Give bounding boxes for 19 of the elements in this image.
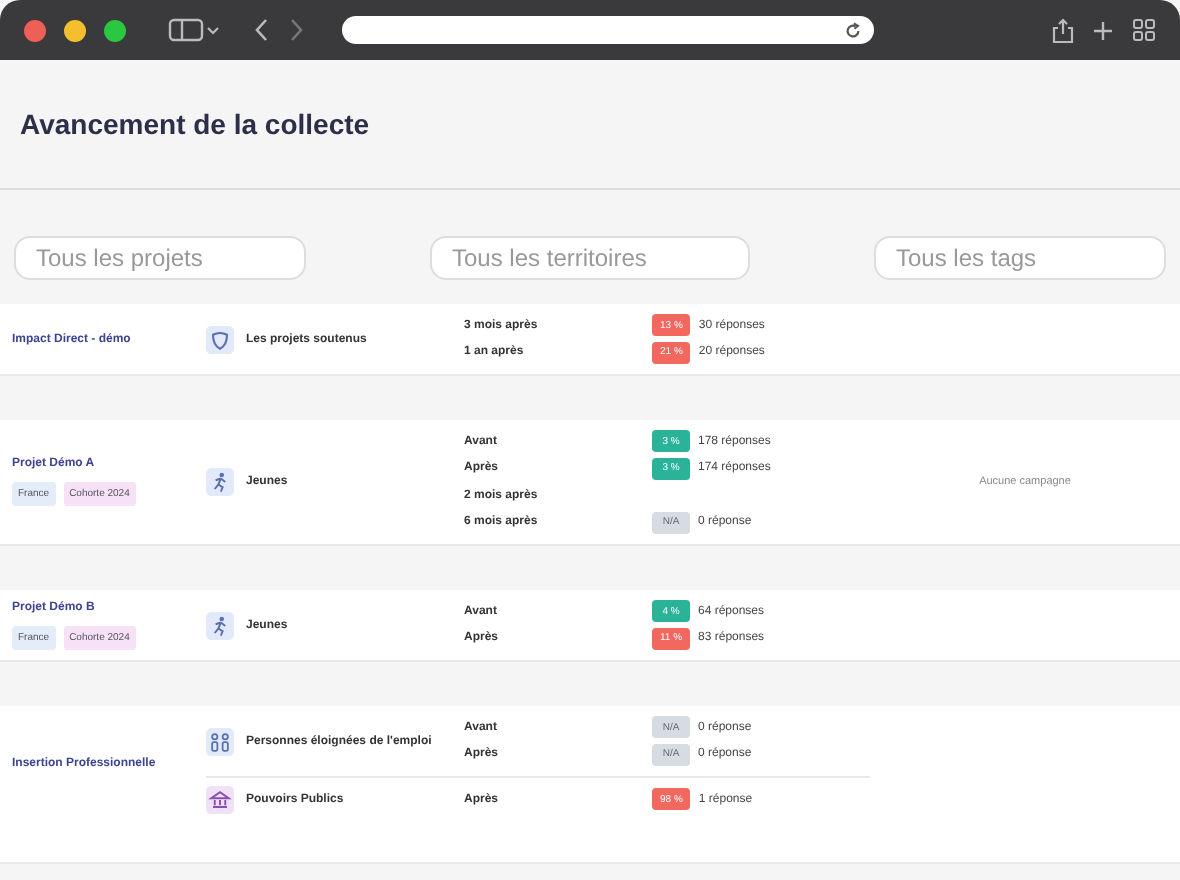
filter-field[interactable]: Tous les tags [874,236,1166,280]
forward-icon[interactable] [288,18,304,42]
zoom-window-icon[interactable] [104,19,126,41]
shield-icon [206,325,234,353]
back-icon[interactable] [254,18,270,42]
runner-icon [206,611,234,639]
sidebar-icon[interactable] [168,18,220,42]
share-icon[interactable] [1052,17,1074,43]
reload-icon[interactable] [844,21,862,39]
tab-overview-icon[interactable] [1132,18,1156,42]
new-tab-icon[interactable] [1092,19,1114,41]
filter-field[interactable]: Tous les projets [14,236,306,280]
close-window-icon[interactable] [24,19,46,41]
people-icon [206,727,234,755]
bank-icon [206,785,234,814]
page-title: Avancement de la collecte [20,108,370,140]
filter-field[interactable]: Tous les territoires [430,236,750,280]
minimize-window-icon[interactable] [64,19,86,41]
runner-icon [206,468,234,496]
